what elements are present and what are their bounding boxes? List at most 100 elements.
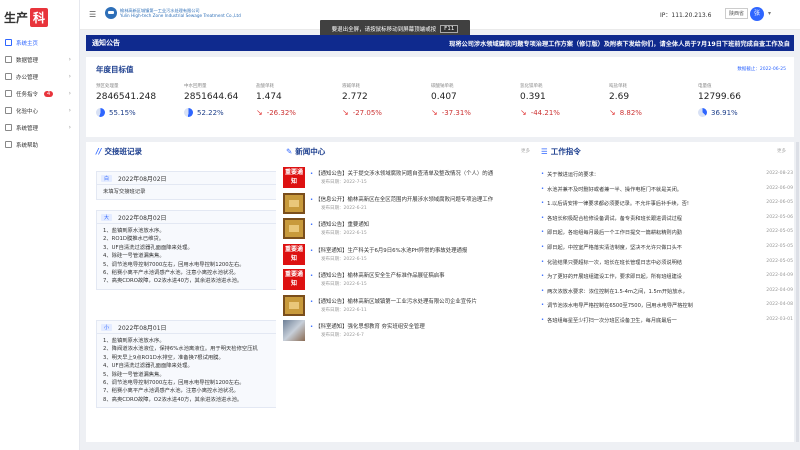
instruction-date: 2022-05-05 <box>766 258 793 264</box>
goal-value: 12799.66 <box>698 92 741 102</box>
sidebar-item-office[interactable]: 办公管理 › <box>0 68 79 85</box>
company-brand: 榆林高新区城镇第一工业污水处理有限公司 Yulin High-tech Zone… <box>105 7 241 19</box>
sidebar-item-help[interactable]: 系统帮助 <box>0 136 79 153</box>
annual-goals-panel: 年度目标值 数据截止：2022-06-25 预区处理量 2846541.248 55… <box>86 57 794 137</box>
instruction-item[interactable]: • 即日起，中控室严格落实清洁制度，坚决不允许只做口头不 2022-05-05 <box>541 244 793 254</box>
goal-metric: 氢化镁单耗 0.391 ↘ -44.21% <box>520 83 606 117</box>
news-date: 发布日期：2022-6-7 <box>321 333 364 338</box>
instruction-item[interactable]: • 水池并兼不及时删好或者兼一半、操作电柜门不就是关闭。 2022-06-09 <box>541 186 793 196</box>
trend-down-icon: ↘ <box>342 108 349 117</box>
goal-metric: 电量值 12799.66 36.91% <box>698 83 784 117</box>
instructions-more-link[interactable]: 更多 <box>777 148 786 154</box>
bullet-icon: • <box>541 229 545 236</box>
news-thumbnail <box>283 294 305 316</box>
news-title[interactable]: • 【通知公告】榆林高新区安全生产标准作品展征稿启事 <box>310 271 515 279</box>
shift-badge: 白 <box>101 174 113 182</box>
instruction-date: 2022-03-01 <box>766 317 793 322</box>
instruction-date: 2022-04-09 <box>766 273 793 279</box>
goal-percentage: ↘ -27.05% <box>342 108 428 117</box>
news-title-text[interactable]: 【科室通知】生产科关于6月9日6%水池PH异常的事故处理通报 <box>315 248 467 254</box>
news-title[interactable]: • 【通知公告】榆林高新区城镇第一工业污水处理有限公司企业宣传片 <box>310 297 515 305</box>
news-item[interactable]: 重要通知 • 【通知公告】关于提交涉水领域腐败问题自查清单及整改情况（个人）的通 发布… <box>283 166 537 189</box>
news-title[interactable]: • 【通知公告】重要通知 <box>310 220 515 228</box>
instruction-item[interactable]: • 两次浓放水要求：浓位控制在1.5-4m之间，1.5m开始放水， 2022-04-… <box>541 288 793 298</box>
news-more-link[interactable]: 更多 <box>521 148 530 154</box>
slash-icon: // <box>96 147 102 156</box>
notice-marquee[interactable]: 现将公司涉水领域腐败问题专项治理工作方案（修订版）及附表下发给你们，请全体人员于… <box>166 39 794 48</box>
sidebar-item-tasks[interactable]: 任务指令 4 › <box>0 85 79 102</box>
news-title[interactable]: • 【科室通知】生产科关于6月9日6%水池PH异常的事故处理通报 <box>310 246 515 254</box>
instruction-text[interactable]: 即日起，各班组每月最后一个工作日提交一篇耕耘精则内勤 <box>547 229 727 236</box>
news-title[interactable]: • 【通知公告】关于提交涉水领域腐败问题自查清单及整改情况（个人）的通 <box>310 169 515 177</box>
scrollbar[interactable] <box>796 142 799 442</box>
instruction-date: 2022-05-06 <box>766 214 793 220</box>
sidebar-item-data[interactable]: 数据管理 › <box>0 51 79 68</box>
instructions-panel: ☰ 工作指令 更多 • 关于微进运行的要求： 2022-08-23 • 水池并兼不及时删好… <box>531 142 794 442</box>
sidebar-item-home[interactable]: 系统主页 <box>0 34 79 51</box>
logo: 生产 科 <box>0 0 79 34</box>
flask-icon <box>5 107 12 114</box>
instruction-item[interactable]: • 关于微进运行的要求： 2022-08-23 <box>541 171 793 181</box>
instruction-text[interactable]: 调节池浓水电导严格控制在6500至7500，回用水电导严格控制 <box>547 302 727 309</box>
notice-bar[interactable]: 通知公告 现将公司涉水领域腐败问题专项治理工作方案（修订版）及附表下发给你们，请… <box>86 35 794 51</box>
goal-value: 0.407 <box>431 92 457 102</box>
news-item[interactable]: • 【信息公开】榆林高新区在全区范围内开展涉水领域腐败问题专项治理工作 发布日期：2… <box>283 192 537 215</box>
news-item[interactable]: • 【通知公告】榆林高新区城镇第一工业污水处理有限公司企业宣传片 发布日期：2022… <box>283 294 537 317</box>
news-title[interactable]: • 【科室通知】强化思想教育 夯实班组安全管理 <box>310 322 515 330</box>
news-title[interactable]: • 【信息公开】榆林高新区在全区范围内开展涉水领域腐败问题专项治理工作 <box>310 195 515 203</box>
region-selector[interactable]: 陕西省 <box>725 8 749 19</box>
news-title-text[interactable]: 【通知公告】关于提交涉水领域腐败问题自查清单及整改情况（个人）的通 <box>315 171 493 177</box>
task-icon <box>5 90 12 97</box>
bullet-icon: • <box>310 273 314 279</box>
instruction-text[interactable]: 化验结果只要超标一次，班长在班长管理日志中必须说明结 <box>547 259 727 266</box>
instruction-item[interactable]: • 各班长积极配合检修设备调试，备专责和班长跟进调试过程 2022-05-06 <box>541 215 793 225</box>
task-count-badge: 4 <box>44 90 54 97</box>
bullet-icon: • <box>541 258 545 265</box>
instruction-item[interactable]: • 调节池浓水电导严格控制在6500至7500，回用水电导严格控制 2022-04-… <box>541 302 793 312</box>
avatar[interactable]: 张 <box>750 7 764 21</box>
logo-box: 科 <box>30 7 49 27</box>
news-title-text[interactable]: 【通知公告】重要通知 <box>315 222 369 228</box>
instruction-item[interactable]: • 各班组每星至少打扫一次分班区设备卫生，每月底最后一 2022-03-01 <box>541 317 793 327</box>
menu-toggle-icon[interactable]: ☰ <box>89 10 96 19</box>
goal-percentage: 55.15% <box>96 108 182 117</box>
news-title-text[interactable]: 【科室通知】强化思想教育 夯实班组安全管理 <box>315 324 425 330</box>
instruction-text[interactable]: 关于微进运行的要求： <box>547 171 727 178</box>
goal-label: 盐酸单耗 <box>256 84 274 89</box>
instruction-text[interactable]: 两次浓放水要求：浓位控制在1.5-4m之间，1.5m开始放水， <box>547 288 727 295</box>
trend-down-icon: ↘ <box>256 108 263 117</box>
instruction-item[interactable]: • 为了更好的开展班组建设工作，要求即日起，所有班组建设 2022-04-09 <box>541 273 793 283</box>
company-name-en: Yulin High-tech Zone Industrial Sewage T… <box>120 13 241 18</box>
goal-percentage: ↘ -44.21% <box>520 108 606 117</box>
goal-percentage: ↘ -37.31% <box>431 108 517 117</box>
instruction-text[interactable]: 水池并兼不及时删好或者兼一半、操作电柜门不就是关闭。 <box>547 186 727 193</box>
sidebar-item-lab[interactable]: 化验中心 › <box>0 102 79 119</box>
instruction-text[interactable]: 各班长积极配合检修设备调试，备专责和班长跟进调试过程 <box>547 215 727 222</box>
news-item[interactable]: •【科室通知】强化思想教育 夯实班组安全管理发布日期：2022-6-7› <box>283 319 537 342</box>
instruction-text[interactable]: 即日起，中控室严格落实清洁制度，坚决不允许只做口头不 <box>547 244 727 251</box>
news-title-text[interactable]: 【信息公开】榆林高新区在全区范围内开展涉水领域腐败问题专项治理工作 <box>315 197 493 203</box>
goal-value: 2.69 <box>609 92 630 102</box>
goal-percentage-value: -26.32% <box>266 108 296 117</box>
instruction-text[interactable]: 1.以后请安排一律要求都必须要记录。不允许事后补手续，否! <box>547 200 727 207</box>
news-title-text[interactable]: 【通知公告】榆林高新区城镇第一工业污水处理有限公司企业宣传片 <box>315 299 477 305</box>
news-thumbnail <box>283 320 305 341</box>
instruction-item[interactable]: • 化验结果只要超标一次，班长在班长管理日志中必须说明结 2022-05-05 <box>541 259 793 269</box>
chevron-down-icon[interactable]: ▾ <box>768 10 771 17</box>
instruction-item[interactable]: • 即日起，各班组每月最后一个工作日提交一篇耕耘精则内勤 2022-05-05 <box>541 229 793 239</box>
news-item[interactable]: 重要通知 • 【通知公告】榆林高新区安全生产标准作品展征稿启事 发布日期：2022-6… <box>283 268 537 291</box>
news-thumbnail: 重要通知 <box>283 269 305 290</box>
sidebar-item-system[interactable]: 系统管理 › <box>0 119 79 136</box>
instruction-text[interactable]: 为了更好的开展班组建设工作，要求即日起，所有班组建设 <box>547 273 727 280</box>
news-item[interactable]: 重要通知 • 【科室通知】生产科关于6月9日6%水池PH异常的事故处理通报 发布日期：… <box>283 243 537 266</box>
handover-title: //交接班记录 <box>96 146 142 157</box>
goal-percentage-value: -27.05% <box>352 108 382 117</box>
bullet-icon: • <box>310 298 314 305</box>
news-item[interactable]: •【通知公告】重要通知发布日期：2022-6-15› <box>283 217 537 240</box>
instruction-item[interactable]: • 1.以后请安排一律要求都必须要记录。不允许事后补手续，否! 2022-06-05 <box>541 200 793 210</box>
news-title-text[interactable]: 【通知公告】榆林高新区安全生产标准作品展征稿启事 <box>315 273 444 279</box>
goal-label: 氢化镁单耗 <box>520 84 543 89</box>
handover-title-text: 交接班记录 <box>104 147 142 156</box>
instruction-text[interactable]: 各班组每星至少打扫一次分班区设备卫生，每月底最后一 <box>547 317 727 324</box>
goal-label: 吨盐单耗 <box>609 84 627 89</box>
